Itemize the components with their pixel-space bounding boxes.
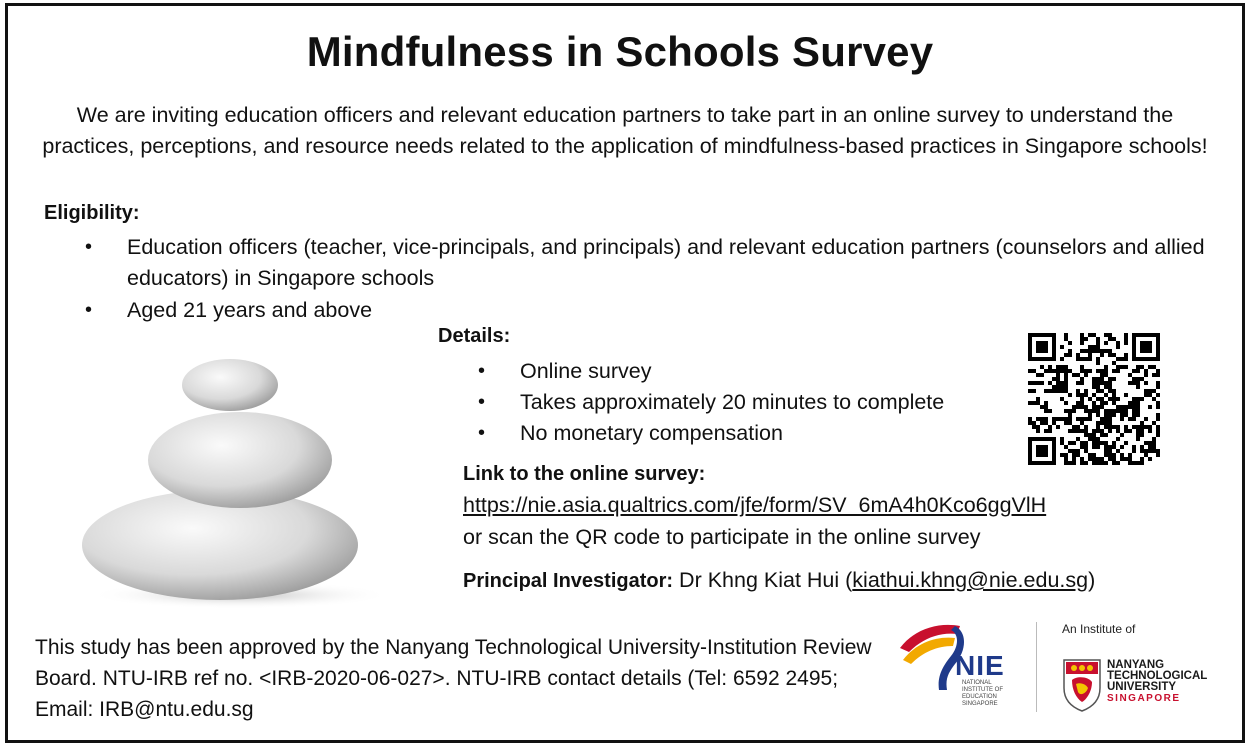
qr-code-icon[interactable] — [1028, 333, 1160, 465]
nie-wordmark: NIE — [955, 650, 1005, 681]
qr-instruction: or scan the QR code to participate in th… — [463, 525, 981, 549]
bullet-icon: • — [85, 236, 93, 258]
bullet-icon: • — [85, 299, 93, 321]
bullet-icon: • — [478, 360, 486, 382]
ntu-crest-icon — [1063, 659, 1101, 712]
details-heading: Details: — [438, 325, 511, 347]
survey-link-heading: Link to the online survey: — [463, 463, 706, 485]
list-item: • Online survey — [478, 356, 1000, 387]
page-title: Mindfulness in Schools Survey — [306, 28, 934, 75]
ntu-wordmark: NANYANG TECHNOLOGICAL UNIVERSITY SINGAPO… — [1107, 659, 1208, 704]
details-list: • Online survey • Takes approximately 20 m… — [478, 356, 1000, 449]
stacked-stones-image — [82, 359, 390, 609]
list-item: • No monetary compensation — [478, 418, 1000, 449]
bullet-icon: • — [478, 391, 486, 413]
irb-approval-text: This study has been approved by the Nany… — [35, 636, 872, 721]
pi-email-link[interactable]: kiathui.khng@nie.edu.sg — [852, 568, 1088, 592]
intro-paragraph: We are inviting education officers and r… — [42, 103, 1208, 158]
principal-investigator: Principal Investigator: Dr Khng Kiat Hui… — [463, 568, 1096, 592]
list-item: • Takes approximately 20 minutes to compl… — [478, 387, 1000, 418]
institute-of-label: An Institute of — [1062, 622, 1136, 636]
eligibility-heading: Eligibility: — [44, 202, 140, 224]
logo-divider — [1036, 622, 1037, 712]
pi-label: Principal Investigator: — [463, 570, 674, 592]
survey-link[interactable]: https://nie.asia.qualtrics.com/jfe/form/… — [463, 493, 1046, 518]
nie-subtitle: NATIONAL INSTITUTE OF EDUCATION SINGAPOR… — [962, 680, 1003, 707]
bullet-icon: • — [478, 422, 486, 444]
list-item: • Education officers (teacher, vice-princ… — [85, 232, 1207, 294]
eligibility-list: • Education officers (teacher, vice-princ… — [85, 232, 1207, 327]
list-item: • Aged 21 years and above — [85, 295, 1207, 326]
